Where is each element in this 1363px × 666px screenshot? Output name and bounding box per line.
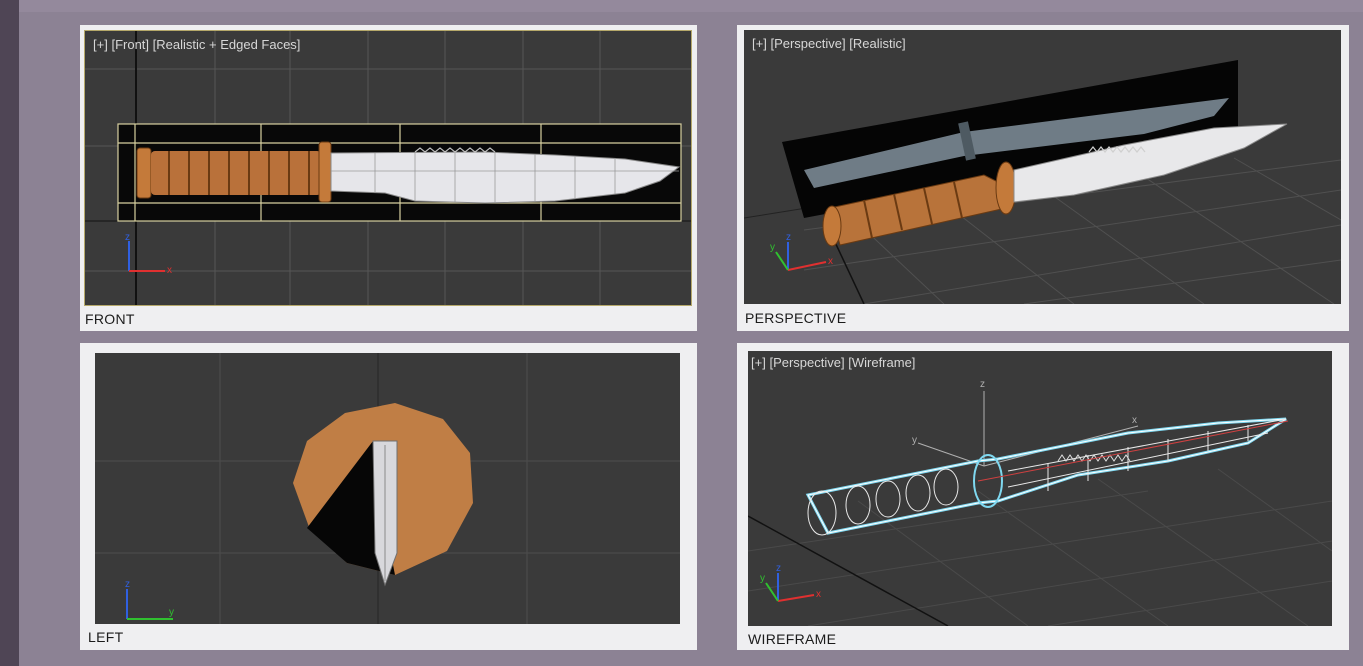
axis-x-label: x [167,265,172,276]
viewport-label: [+] [Perspective] [Realistic] [752,36,906,51]
viewport-menu-button[interactable]: [+] [751,355,766,370]
front-panel: z x [+] [Front] [Realistic + Edged Faces… [80,25,697,331]
axis-gizmo: z x y [760,563,821,602]
wireframe-scene: z y x z x y [748,379,1332,626]
axis-x-label: x [816,589,821,600]
wireframe-caption: WIREFRAME [748,631,837,647]
front-scene: z x [85,31,691,305]
left-caption: LEFT [88,629,124,645]
axis-gizmo: z x y [770,232,833,271]
view-point-menu[interactable]: [Front] [111,37,149,52]
shading-menu[interactable]: [Realistic] [849,36,905,51]
axis-x-label: x [828,256,833,267]
perspective-caption: PERSPECTIVE [745,310,847,326]
viewport-label: [+] [Front] [Realistic + Edged Faces] [93,37,300,52]
gizmo-z-label: z [980,379,985,390]
viewport-menu-button[interactable]: [+] [752,36,767,51]
perspective-scene: z x y [744,60,1341,304]
viewport-label: [+] [Perspective] [Wireframe] [751,355,915,370]
gizmo-x-label: x [1132,415,1137,426]
left-panel: z y LEFT [80,343,697,650]
viewport-menu-button[interactable]: [+] [93,37,108,52]
axis-z-label: z [125,232,130,243]
gizmo-y-label: y [912,435,917,446]
axis-y-label: y [760,573,765,584]
axis-y-label: y [770,242,775,253]
axis-gizmo: z y [125,579,174,620]
knife-handle [136,141,332,203]
view-point-menu[interactable]: [Perspective] [770,36,845,51]
axis-gizmo: z x [125,232,172,276]
axis-z-label: z [125,579,130,590]
wireframe-panel: z y x z x y [+] [Perspective] [Wireframe… [737,343,1349,650]
perspective-panel: z x y [+] [Perspective] [Realistic] PERS… [737,25,1349,331]
axis-z-label: z [776,563,781,574]
left-scene: z y [95,353,680,624]
view-point-menu[interactable]: [Perspective] [769,355,844,370]
front-viewport[interactable]: z x [+] [Front] [Realistic + Edged Faces… [84,30,692,306]
wireframe-viewport[interactable]: z y x z x y [+] [Perspective] [Wireframe… [748,351,1332,626]
axis-y-label: y [169,607,174,618]
shading-menu[interactable]: [Realistic + Edged Faces] [153,37,301,52]
perspective-viewport[interactable]: z x y [+] [Perspective] [Realistic] [744,30,1341,304]
front-caption: FRONT [85,311,135,327]
top-band [19,0,1363,12]
axis-z-label: z [786,232,791,243]
shading-menu[interactable]: [Wireframe] [848,355,915,370]
left-sidebar [0,0,19,666]
left-viewport[interactable]: z y [95,353,680,624]
